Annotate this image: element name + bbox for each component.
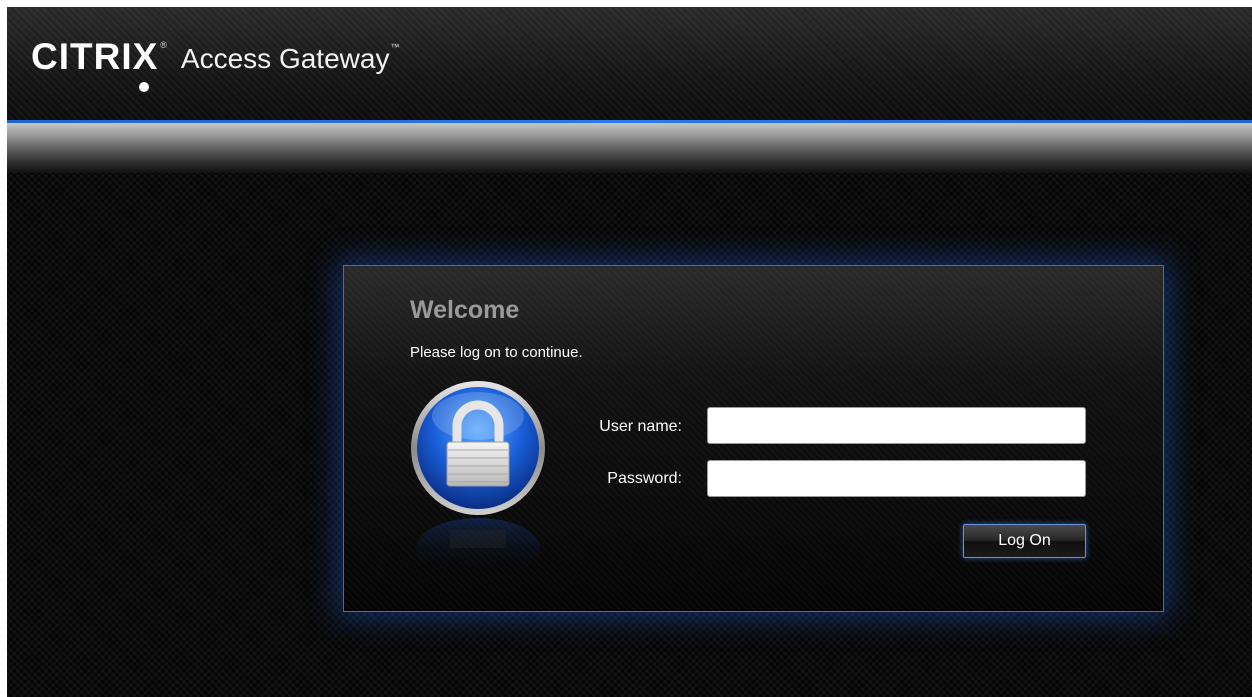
welcome-title: Welcome — [410, 296, 520, 324]
brand-dot — [139, 82, 149, 92]
brand-wordmark: CITRIX — [31, 36, 159, 77]
header-gradient-band — [7, 123, 1252, 173]
page: CITRIX ® Access Gateway ™ Welcome Please… — [7, 7, 1252, 697]
username-field[interactable] — [707, 407, 1086, 444]
header-bar: CITRIX ® Access Gateway ™ — [7, 7, 1252, 122]
login-subtitle: Please log on to continue. — [410, 344, 583, 361]
log-on-button[interactable]: Log On — [963, 524, 1086, 558]
password-label: Password: — [607, 470, 682, 487]
citrix-logo: CITRIX ® Access Gateway ™ — [31, 35, 399, 95]
login-panel: Welcome Please log on to continue. User … — [343, 265, 1164, 612]
padlock-icon — [410, 380, 546, 580]
password-field[interactable] — [707, 460, 1086, 497]
username-label: User name: — [599, 418, 682, 435]
trademark-mark: ™ — [390, 42, 400, 52]
product-name: Access Gateway — [180, 43, 390, 74]
registered-mark: ® — [160, 40, 167, 50]
